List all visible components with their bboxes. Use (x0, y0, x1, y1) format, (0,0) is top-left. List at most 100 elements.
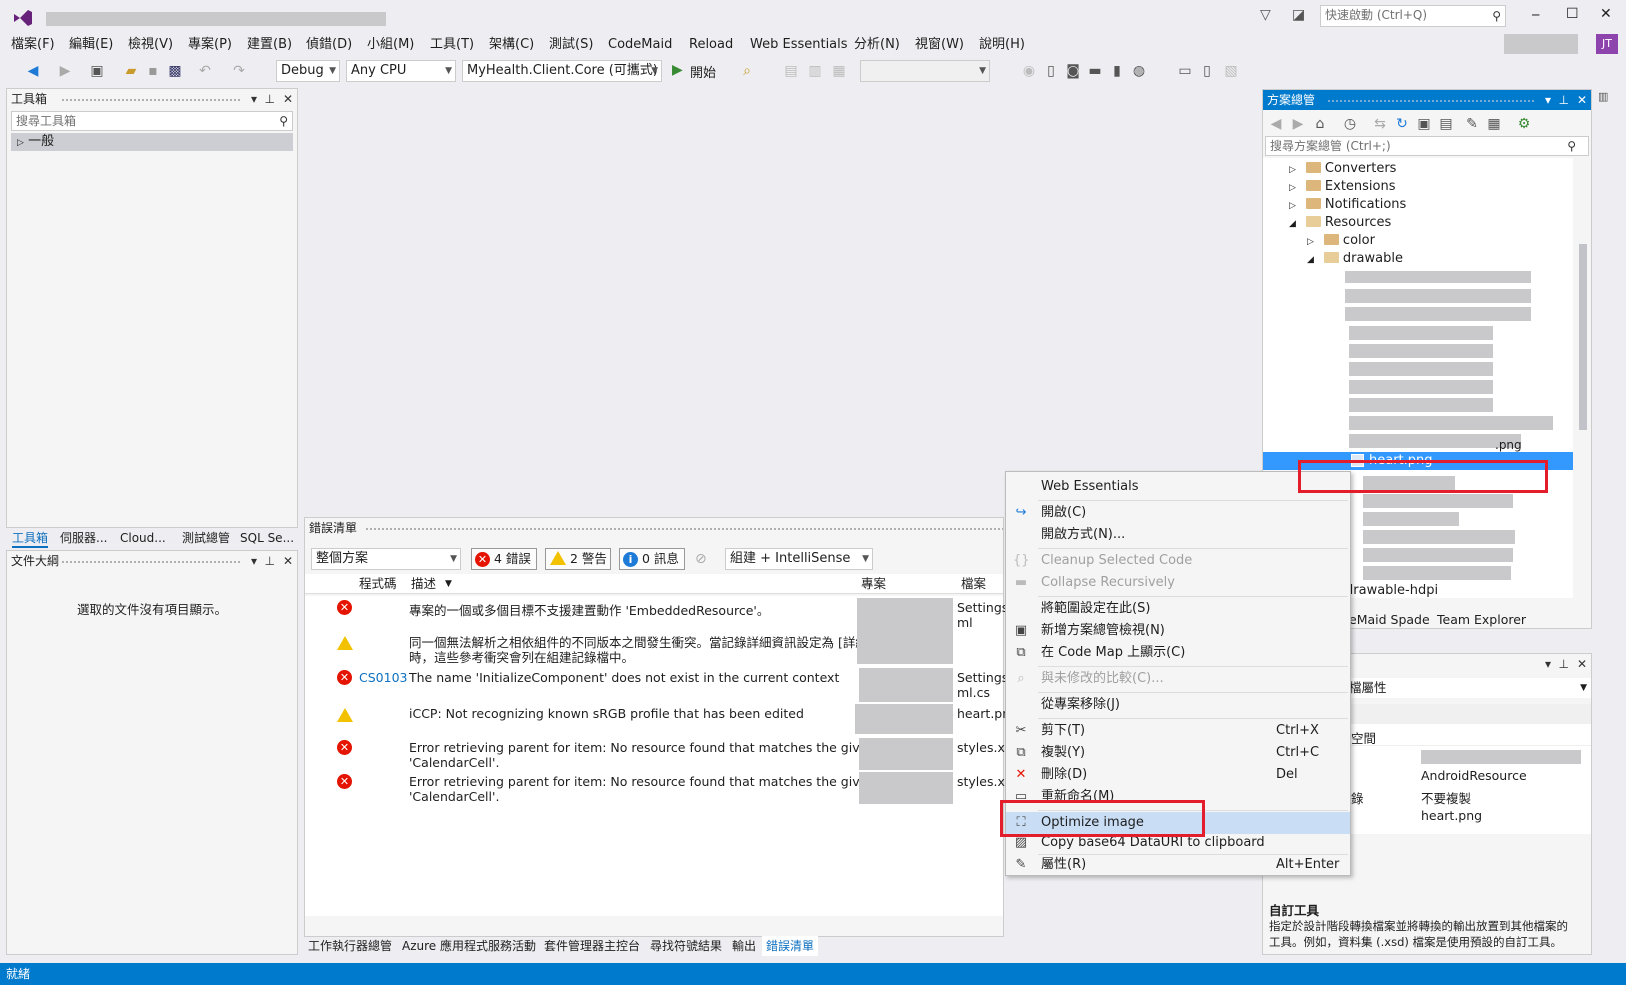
menu-window[interactable]: 視窗(W) (915, 34, 964, 56)
file-redacted[interactable] (1349, 344, 1493, 358)
dropdown-icon[interactable]: ▾ (1545, 90, 1551, 110)
show-all-files-icon[interactable]: ▤ (1437, 115, 1455, 133)
menu-team[interactable]: 小組(M) (367, 34, 414, 56)
monitor-icon[interactable]: ▭ (1176, 62, 1194, 80)
tab-task-runner[interactable]: 工作執行器總管 (308, 936, 392, 956)
file-redacted[interactable] (1349, 380, 1493, 394)
tab-test-explorer[interactable]: 測試總管 (182, 528, 230, 548)
tree-item-notifications[interactable]: ▷ Notifications (1289, 196, 1406, 213)
tree-item-extensions[interactable]: ▷ Extensions (1289, 178, 1396, 195)
tree-item-color[interactable]: ▷ color (1307, 232, 1375, 249)
tab-package-manager[interactable]: 套件管理器主控台 (544, 936, 640, 956)
table-row[interactable]: ✕ 專案的一個或多個目標不支援建置動作 'EmbeddedResource'。 … (305, 598, 1008, 632)
platform-select[interactable]: Any CPU ▼ (346, 60, 456, 82)
save-icon[interactable]: ▪ (144, 62, 162, 80)
account-redacted[interactable] (1504, 34, 1578, 54)
bookmark-icon[interactable]: ▦ (830, 62, 848, 80)
terminal-icon[interactable]: ▬ (1086, 62, 1104, 80)
menu-file[interactable]: 檔案(F) (11, 34, 55, 56)
camera-icon[interactable]: ◙ (1064, 62, 1082, 80)
menu-item-open-with[interactable]: 開啟方式(N)... (1006, 524, 1350, 546)
menu-item-delete[interactable]: ✕ 刪除(D) Del (1006, 764, 1350, 786)
table-row[interactable]: 同一個無法解析之相依組件的不同版本之間發生衝突。當記錄詳細資訊設定為 [詳細] … (305, 632, 1003, 666)
layout-icon[interactable]: ▮ (1108, 62, 1126, 80)
pin-icon[interactable]: ⊥ (265, 89, 275, 109)
menu-item-cut[interactable]: ✂ 剪下(T) Ctrl+X (1006, 720, 1350, 742)
toolbox-search-input[interactable]: 搜尋工具箱 ⚲ (11, 111, 293, 131)
history-icon[interactable]: ◷ (1341, 115, 1359, 133)
close-icon[interactable]: ✕ (283, 551, 293, 571)
redo-icon[interactable]: ↷ (230, 62, 248, 80)
menu-build[interactable]: 建置(B) (247, 34, 292, 56)
solution-search-input[interactable]: 搜尋方案總管 (Ctrl+;) ⚲ (1265, 136, 1589, 156)
pin-icon[interactable]: ⊥ (265, 551, 275, 571)
back-icon[interactable]: ◀ (24, 62, 42, 80)
save-all-icon[interactable]: ▩ (166, 62, 184, 80)
menu-view[interactable]: 檢視(V) (128, 34, 173, 56)
refresh-icon[interactable]: ↻ (1393, 115, 1411, 133)
menu-web-essentials[interactable]: Web Essentials (750, 34, 848, 56)
menu-item-code-map[interactable]: ⧉ 在 Code Map 上顯示(C) (1006, 642, 1350, 664)
undo-icon[interactable]: ↶ (196, 62, 214, 80)
quick-launch-input[interactable]: 快速啟動 (Ctrl+Q) ⚲ (1320, 5, 1506, 27)
tree-item-drawable-hdpi[interactable]: drawable-hdpi (1345, 582, 1438, 598)
table-row[interactable]: ✕ Error retrieving parent for item: No r… (305, 772, 1017, 806)
close-button[interactable]: ✕ (1600, 6, 1612, 22)
tab-find-symbol[interactable]: 尋找符號結果 (650, 936, 722, 956)
menu-item-open[interactable]: ↪ 開啟(C) (1006, 502, 1350, 524)
menu-architecture[interactable]: 架構(C) (489, 34, 534, 56)
menu-item-cleanup[interactable]: {} Cleanup Selected Code (1006, 550, 1350, 572)
tab-azure-activity[interactable]: Azure 應用程式服務活動 (402, 936, 536, 956)
warnings-filter-button[interactable]: 2 警告 (545, 548, 611, 570)
maximize-button[interactable]: ☐ (1566, 6, 1579, 22)
clear-filter-icon[interactable]: ⊘ (695, 551, 707, 567)
collapse-all-icon[interactable]: ▣ (1415, 115, 1433, 133)
errors-filter-button[interactable]: ✕ 4 錯誤 (471, 548, 537, 570)
scrollbar-thumb[interactable] (1579, 244, 1587, 430)
column-project[interactable]: 專案 (861, 574, 886, 594)
file-redacted[interactable] (1363, 548, 1513, 562)
column-file[interactable]: 檔案 (961, 574, 986, 594)
config-select[interactable]: Debug ▼ (276, 60, 340, 82)
close-icon[interactable]: ✕ (283, 89, 293, 109)
menu-tools[interactable]: 工具(T) (430, 34, 474, 56)
file-redacted[interactable] (1349, 362, 1493, 376)
new-project-icon[interactable]: ▣ (88, 62, 106, 80)
dropdown-icon[interactable]: ▾ (251, 551, 257, 571)
forward-icon[interactable]: ▶ (1289, 115, 1307, 133)
find-icon[interactable]: ⌕ (738, 62, 756, 80)
menu-analyze[interactable]: 分析(N) (854, 34, 900, 56)
menu-item-new-view[interactable]: ▣ 新增方案總管檢視(N) (1006, 620, 1350, 642)
file-redacted[interactable] (1345, 289, 1531, 303)
open-file-icon[interactable]: ▰ (122, 62, 140, 80)
codemaid-icon[interactable]: ⚙ (1515, 115, 1533, 133)
menu-debug[interactable]: 偵錯(D) (306, 34, 352, 56)
menu-item-collapse[interactable]: ▬ Collapse Recursively (1006, 572, 1350, 594)
tab-codemaid-spade[interactable]: eMaid Spade (1349, 610, 1430, 630)
file-redacted[interactable] (1345, 271, 1531, 283)
toolbox-group-general[interactable]: ▷ 一般 (11, 133, 293, 151)
tree-item-resources[interactable]: ◢ Resources (1289, 214, 1391, 231)
menu-codemaid[interactable]: CodeMaid (608, 34, 672, 56)
build-filter-select[interactable]: 組建 + IntelliSense ▼ (725, 548, 873, 570)
tab-output[interactable]: 輸出 (732, 936, 756, 956)
menu-item-copy[interactable]: ⧉ 複製(Y) Ctrl+C (1006, 742, 1350, 764)
tree-item-converters[interactable]: ▷ Converters (1289, 160, 1396, 177)
menu-reload[interactable]: Reload (689, 34, 733, 56)
step-icon[interactable]: ◉ (1020, 62, 1038, 80)
file-redacted[interactable] (1363, 566, 1511, 580)
forward-icon[interactable]: ▶ (56, 62, 74, 80)
minimize-button[interactable]: ─ (1532, 8, 1539, 22)
device-icon[interactable]: ▯ (1042, 62, 1060, 80)
menu-project[interactable]: 專案(P) (188, 34, 232, 56)
sync-icon[interactable]: ⇆ (1371, 115, 1389, 133)
column-description[interactable]: 描述 (411, 574, 436, 594)
start-button[interactable]: 開始 (690, 62, 716, 81)
file-redacted[interactable] (1363, 530, 1515, 544)
startup-project-select[interactable]: MyHealth.Client.Core (可攜式) ▼ (462, 60, 662, 82)
tab-toolbox[interactable]: 工具箱 (12, 528, 49, 548)
menu-item-scope-to-this[interactable]: 將範圍設定在此(S) (1006, 598, 1350, 620)
home-icon[interactable]: ⌂ (1311, 115, 1329, 133)
file-redacted[interactable] (1349, 326, 1493, 340)
messages-filter-button[interactable]: i 0 訊息 (619, 548, 685, 570)
